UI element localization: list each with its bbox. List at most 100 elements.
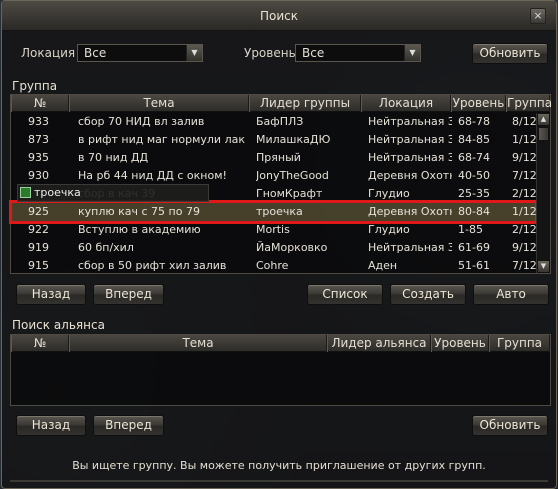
- cell-level: 1-85: [458, 223, 483, 236]
- cell-number: 935: [28, 151, 49, 164]
- close-icon[interactable]: ×: [530, 8, 546, 24]
- col-header-group[interactable]: Группа: [489, 335, 550, 352]
- cell-level: 84-85: [458, 133, 490, 146]
- scroll-up-icon[interactable]: ▲: [537, 113, 550, 126]
- location-label: Локация: [21, 46, 76, 60]
- cell-leader: МилашкаДЮ: [256, 133, 331, 146]
- cell-level: 68-74: [458, 151, 490, 164]
- cell-group: 7/12: [512, 259, 537, 272]
- scroll-down-icon[interactable]: ▼: [537, 260, 550, 273]
- col-header-level[interactable]: Уровень: [451, 95, 506, 112]
- groups-back-button[interactable]: Назад: [16, 284, 86, 305]
- level-select-value: Все: [302, 46, 325, 60]
- table-row-selected[interactable]: 925 куплю кач с 75 по 79 троечка Деревня Ох…: [9, 200, 538, 224]
- cell-level: 68-78: [458, 115, 490, 128]
- chevron-down-icon[interactable]: ▼: [404, 45, 420, 61]
- table-row[interactable]: 922 Вступлю в академию Mortis Глудио 1-85 2/1…: [12, 221, 537, 239]
- cell-number: 933: [28, 115, 49, 128]
- col-header-group[interactable]: Группа: [506, 95, 552, 112]
- col-header-number[interactable]: №: [11, 335, 69, 352]
- list-button[interactable]: Список: [307, 284, 383, 305]
- tooltip-text: троечка: [34, 186, 81, 199]
- scroll-thumb[interactable]: [538, 127, 549, 141]
- cell-group: 9/12: [512, 241, 537, 254]
- window-bottom-divider: [10, 480, 548, 482]
- leader-tooltip: троечка: [17, 184, 209, 202]
- cell-location: Нейтральная З: [368, 133, 452, 146]
- cell-group: 2/12: [512, 187, 537, 200]
- groups-scrollbar[interactable]: ▲ ▼: [536, 113, 550, 273]
- cell-group: 1/12: [512, 205, 537, 218]
- chevron-down-icon[interactable]: ▼: [186, 45, 202, 61]
- col-header-alliance-leader[interactable]: Лидер альянса: [327, 335, 431, 352]
- groups-section-label: Группа: [12, 79, 58, 93]
- table-row[interactable]: 919 60 бп/хил ЙаМорковко Нейтральная З 61-69…: [12, 239, 537, 257]
- cell-leader: Mortis: [256, 223, 290, 236]
- table-row[interactable]: 933 сбор 70 НИД вл залив БафПЛЗ Нейтральная…: [12, 113, 537, 131]
- col-header-topic[interactable]: Тема: [69, 95, 249, 112]
- col-header-level[interactable]: Уровень: [431, 335, 489, 352]
- create-button[interactable]: Создать: [390, 284, 466, 305]
- cell-leader: ГномКрафт: [256, 187, 323, 200]
- cell-location: Нейтральная З: [368, 241, 452, 254]
- cell-location: Аден: [368, 259, 398, 272]
- col-header-topic[interactable]: Тема: [69, 335, 327, 352]
- cell-location: Деревня Охотн: [368, 169, 452, 182]
- cell-location: Нейтральная З: [368, 151, 452, 164]
- cell-group: 9/12: [512, 151, 537, 164]
- cell-level: 61-69: [458, 241, 490, 254]
- refresh-button[interactable]: Обновить: [472, 43, 548, 64]
- cell-topic: сбор 70 НИД вл залив: [78, 115, 205, 128]
- cell-leader: Пряный: [256, 151, 301, 164]
- cell-number: 919: [28, 241, 49, 254]
- cell-group: 2/12: [512, 223, 537, 236]
- cell-leader: JonyTheGood: [256, 169, 329, 182]
- cell-topic: в 70 нид ДД: [78, 151, 149, 164]
- col-header-number[interactable]: №: [11, 95, 69, 112]
- cell-location: Деревня Охотн: [368, 205, 452, 218]
- table-row[interactable]: 930 На рб 44 нид ДД с окном! JonyTheGood Де…: [12, 167, 537, 185]
- cell-leader: БафПЛЗ: [256, 115, 304, 128]
- table-row[interactable]: 873 в рифт нид маг нормули лак МилашкаДЮ Не…: [12, 131, 537, 149]
- cell-location: Глудио: [368, 223, 410, 236]
- table-row[interactable]: 935 в 70 нид ДД Пряный Нейтральная З 68-74 9/…: [12, 149, 537, 167]
- cell-number: 915: [28, 259, 49, 272]
- groups-table-header: № Тема Лидер группы Локация Уровень Груп…: [11, 95, 552, 112]
- cell-topic: На рб 44 нид ДД с окном!: [78, 169, 227, 182]
- cell-number: 922: [28, 223, 49, 236]
- cell-location: Глудио: [368, 187, 410, 200]
- groups-forward-button[interactable]: Вперед: [93, 284, 164, 305]
- table-row[interactable]: 915 сбор в 50 рифт хил залив Cohre Аден 51-6…: [12, 257, 537, 275]
- cell-topic: куплю кач с 75 по 79: [78, 205, 200, 218]
- location-select-value: Все: [84, 46, 107, 60]
- alliance-back-button[interactable]: Назад: [16, 415, 86, 436]
- cell-level: 51-61: [458, 259, 490, 272]
- window-titlebar[interactable]: Поиск ×: [2, 1, 556, 31]
- cell-topic: 60 бп/хил: [78, 241, 134, 254]
- cell-group: 7/12: [512, 169, 537, 182]
- cell-topic: Вступлю в академию: [78, 223, 201, 236]
- window-title: Поиск: [259, 9, 298, 23]
- alliance-refresh-button[interactable]: Обновить: [472, 415, 548, 436]
- alliance-section-label: Поиск альянса: [12, 318, 105, 332]
- auto-button[interactable]: Авто: [473, 284, 549, 305]
- cell-number: 930: [28, 169, 49, 182]
- alliance-forward-button[interactable]: Вперед: [93, 415, 164, 436]
- location-select[interactable]: Все ▼: [77, 44, 203, 62]
- cell-leader: троечка: [256, 205, 303, 218]
- alliance-table-header: № Тема Лидер альянса Уровень Группа: [11, 335, 550, 352]
- cell-group: 1/12: [512, 133, 537, 146]
- alliance-table: № Тема Лидер альянса Уровень Группа: [10, 334, 551, 406]
- cell-level: 40-50: [458, 169, 490, 182]
- cell-leader: Cohre: [256, 259, 289, 272]
- cell-location: Нейтральная З: [368, 115, 452, 128]
- cell-level: 80-84: [458, 205, 490, 218]
- cell-topic: в рифт нид маг нормули лак: [78, 133, 245, 146]
- level-select[interactable]: Все ▼: [295, 44, 421, 62]
- cell-leader: ЙаМорковко: [256, 241, 328, 254]
- col-header-leader[interactable]: Лидер группы: [249, 95, 361, 112]
- pencil-icon: [20, 187, 31, 198]
- col-header-location[interactable]: Локация: [361, 95, 451, 112]
- level-label: Уровень: [244, 46, 296, 60]
- cell-number: 873: [28, 133, 49, 146]
